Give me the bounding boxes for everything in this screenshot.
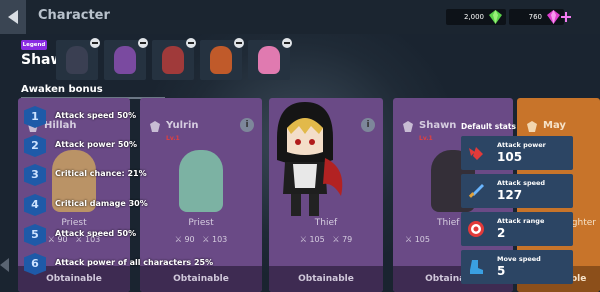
awaken-level-shield: 6 <box>24 253 46 275</box>
card-stats: ⚔ 105 ⚔ 79 <box>269 235 383 244</box>
info-icon[interactable]: i <box>361 118 375 132</box>
awaken-bonus-title: Awaken bonus <box>21 84 103 95</box>
gold-amount: 2,000 <box>463 13 484 21</box>
card-attack: 105 <box>414 235 430 244</box>
stat-value: 5 <box>497 264 506 278</box>
stat-label: Attack range <box>497 217 545 225</box>
scroll-left-arrow-icon[interactable] <box>0 258 9 272</box>
awaken-bonus-text: Attack power 50% <box>55 140 138 149</box>
sword-icon: ⚔ <box>174 235 182 244</box>
awaken-bonus-text: Critical damage 30% <box>55 199 148 208</box>
class-crest-icon <box>150 121 160 132</box>
character-screen: Character 2,000 760 Legend Shawn Awaken … <box>0 0 600 292</box>
party-slot-3[interactable] <box>152 38 196 80</box>
pink-gem-icon <box>547 10 560 24</box>
character-figure <box>179 150 223 212</box>
speed-icon: ⚔ <box>332 235 340 244</box>
obtainable-button[interactable]: Obtainable <box>140 266 262 292</box>
party-member-portrait <box>162 46 184 74</box>
party-slot-2[interactable] <box>104 38 148 80</box>
awaken-level-shield: 1 <box>24 106 46 128</box>
card-name: Hillah <box>44 120 77 131</box>
stat-attack-power: Attack power 105 <box>461 136 573 170</box>
party-member-portrait <box>210 46 232 74</box>
add-gems-icon[interactable] <box>560 11 572 23</box>
sword-speed-icon <box>468 184 484 198</box>
back-arrow-icon <box>8 10 18 24</box>
party-member-portrait <box>258 46 280 74</box>
gold-counter: 2,000 <box>446 9 506 25</box>
awaken-level-shield: 5 <box>24 224 46 246</box>
stat-value: 127 <box>497 188 523 202</box>
hero-character-art <box>277 102 343 216</box>
awaken-bonus-text: Attack speed 50% <box>55 229 137 238</box>
page-title: Character <box>38 8 110 23</box>
awaken-level-shield: 3 <box>24 164 46 186</box>
default-stats-title: Default stats <box>461 122 516 131</box>
card-name: Shawn <box>419 120 457 131</box>
stat-attack-range: Attack range 2 <box>461 212 573 246</box>
party-slot-4[interactable] <box>200 38 244 80</box>
remove-member-icon[interactable] <box>186 38 196 48</box>
stat-move-speed: Move speed 5 <box>461 250 573 284</box>
remove-member-icon[interactable] <box>234 38 244 48</box>
default-stats-panel: Default stats Attack power 105 Attack sp… <box>455 112 575 292</box>
card-attack: 90 <box>184 235 195 244</box>
stat-value: 2 <box>497 226 506 240</box>
sword-icon: ⚔ <box>405 235 413 244</box>
attack-power-icon <box>469 147 483 160</box>
card-level: Lv.1 <box>166 135 180 142</box>
awaken-level-shield: 2 <box>24 135 46 157</box>
info-icon[interactable]: i <box>240 118 254 132</box>
remove-member-icon[interactable] <box>90 38 100 48</box>
target-icon <box>468 221 484 237</box>
card-attack: 105 <box>309 235 325 244</box>
card-level: Lv.1 <box>419 135 433 142</box>
boot-icon <box>470 260 483 274</box>
party-member-portrait <box>66 46 88 74</box>
card-speed: 79 <box>342 235 353 244</box>
card-role: Priest <box>188 218 214 228</box>
sword-icon: ⚔ <box>47 235 55 244</box>
card-stats: ⚔ 90 ⚔ 103 <box>140 235 262 244</box>
remove-member-icon[interactable] <box>282 38 292 48</box>
card-speed: 103 <box>211 235 228 244</box>
party-slot-1[interactable] <box>56 38 100 80</box>
sword-icon: ⚔ <box>299 235 307 244</box>
stat-label: Attack speed <box>497 179 546 187</box>
speed-icon: ⚔ <box>202 235 210 244</box>
stat-label: Attack power <box>497 141 546 149</box>
party-slot-5[interactable] <box>248 38 292 80</box>
stat-attack-speed: Attack speed 127 <box>461 174 573 208</box>
stat-value: 105 <box>497 150 523 164</box>
gem-amount: 760 <box>528 13 542 21</box>
remove-member-icon[interactable] <box>138 38 148 48</box>
green-gem-icon <box>489 10 502 24</box>
awaken-level-shield: 4 <box>24 194 46 216</box>
awaken-bonus-text: Critical chance: 21% <box>55 169 147 178</box>
awaken-bonus-text: Attack speed 50% <box>55 111 137 120</box>
card-name: Yulrin <box>166 120 199 131</box>
awaken-bonus-text: Attack power of all characters 25% <box>55 258 214 267</box>
class-crest-icon <box>403 121 413 132</box>
obtainable-button[interactable]: Obtainable <box>269 266 383 292</box>
stat-label: Move speed <box>497 255 541 263</box>
back-button[interactable] <box>0 0 26 34</box>
gem-counter: 760 <box>509 9 564 25</box>
party-member-portrait <box>114 46 136 74</box>
legend-badge: Legend <box>21 40 47 50</box>
